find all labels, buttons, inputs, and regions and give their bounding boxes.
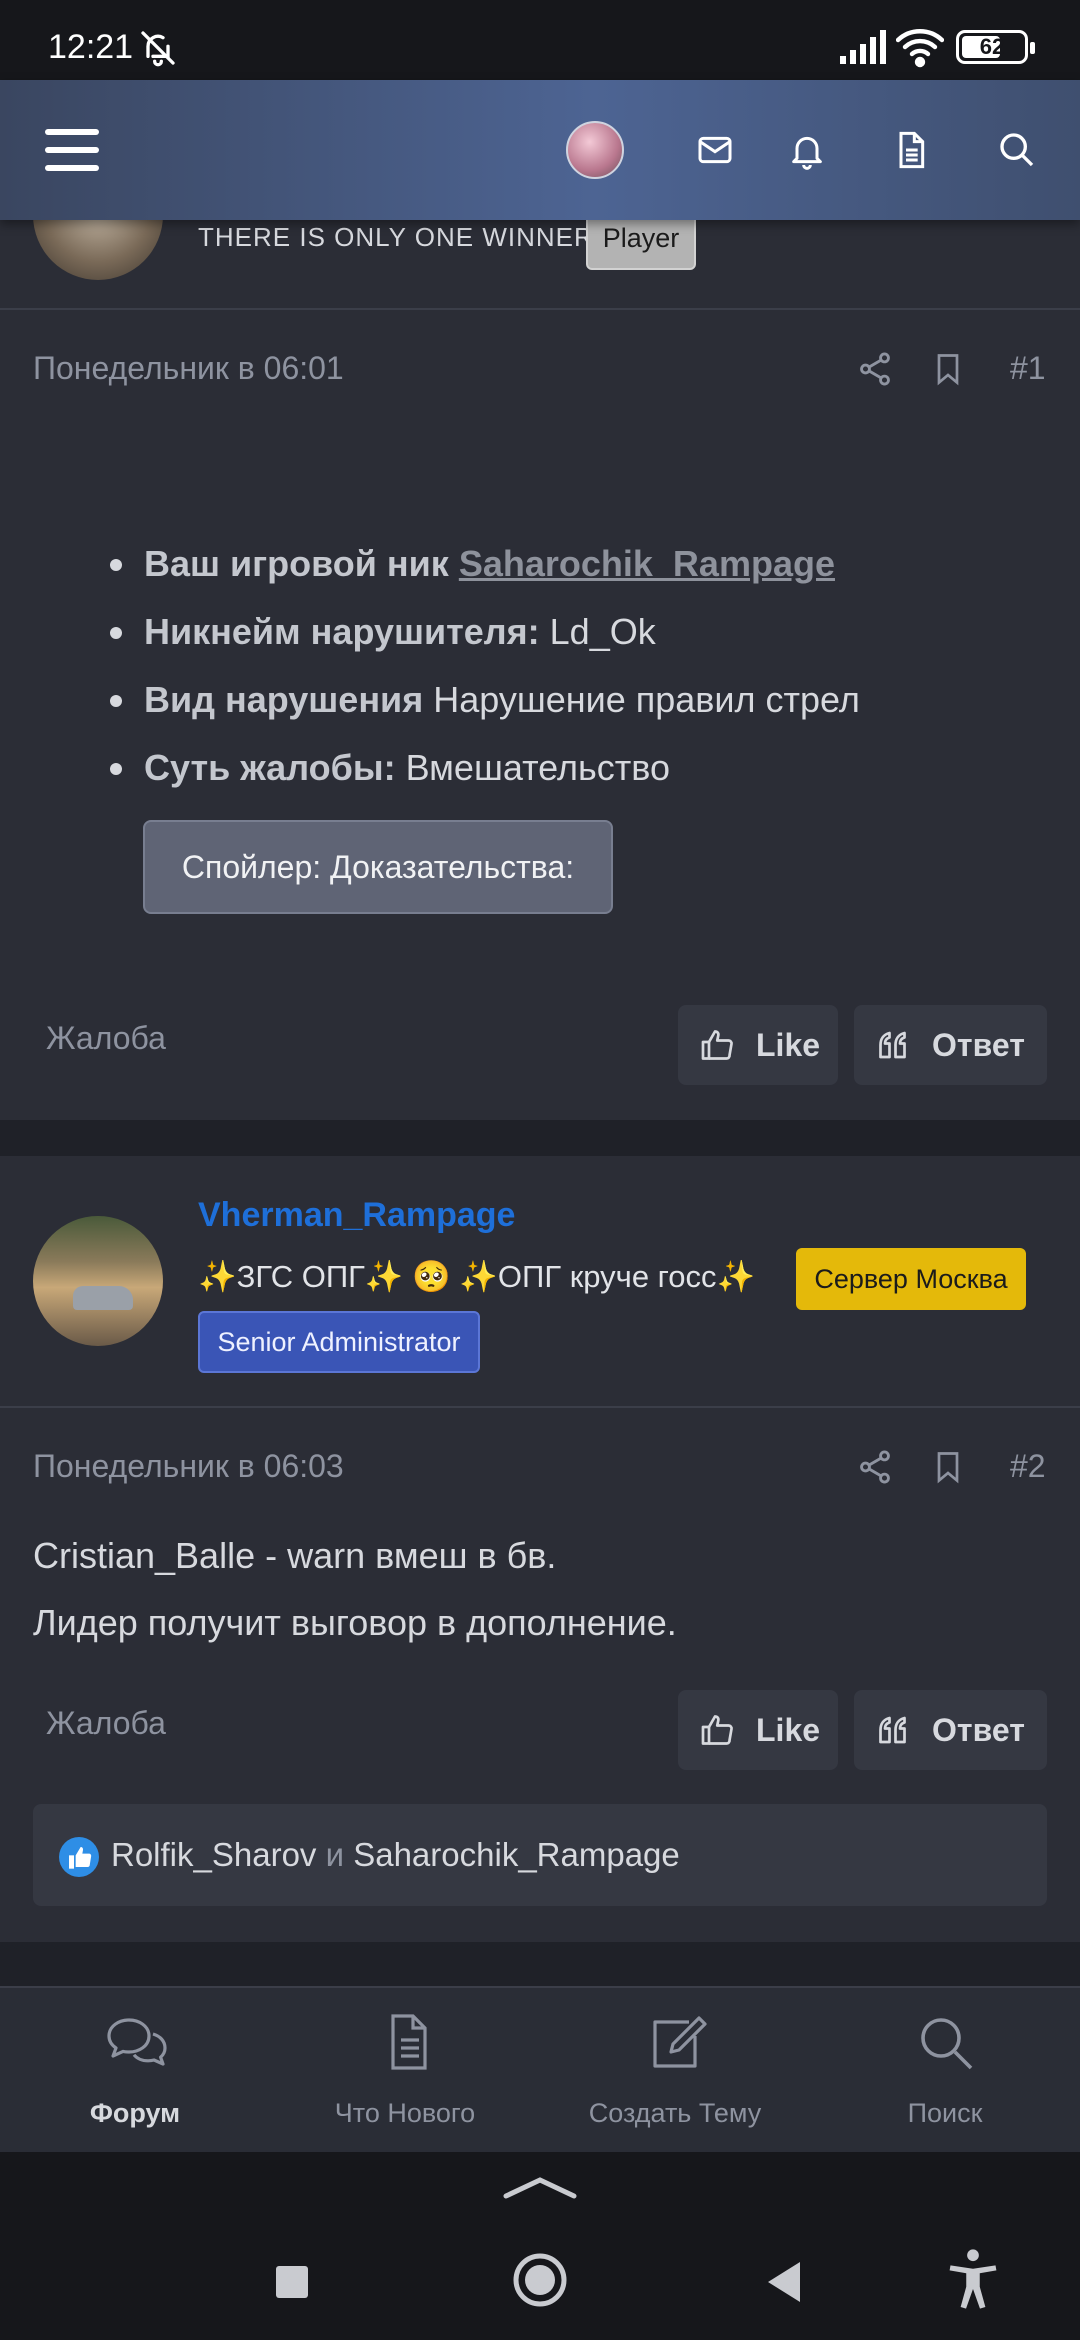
avatar[interactable] <box>33 1216 163 1346</box>
post-date[interactable]: Понедельник в 06:01 <box>33 350 344 387</box>
role-badge: Senior Administrator <box>198 1311 480 1373</box>
nav-item-forum[interactable]: Форум <box>0 1988 270 2154</box>
nav-label: Форум <box>89 2098 181 2128</box>
battery-level: 62 <box>979 34 1005 59</box>
post-number[interactable]: #1 <box>1010 350 1046 387</box>
alerts-button[interactable] <box>772 80 842 220</box>
post-number[interactable]: #2 <box>1010 1448 1046 1485</box>
report-link[interactable]: Жалоба <box>46 1705 166 1742</box>
search-button[interactable] <box>982 80 1052 220</box>
complaint-fields: Ваш игровой ник Saharochik_Rampage Никне… <box>110 530 860 802</box>
home-button-icon[interactable] <box>512 2252 568 2308</box>
nav-item-whats-new[interactable]: Что Нового <box>270 1988 540 2154</box>
avatar <box>566 121 624 179</box>
username-link[interactable]: Vherman_Rampage <box>198 1196 515 1235</box>
list-item: Суть жалобы: Вмешательство <box>110 734 860 802</box>
reactions-bar[interactable]: Rolfik_Sharov и Saharochik_Rampage <box>33 1804 1047 1906</box>
nav-item-create-thread[interactable]: Создать Тему <box>540 1988 810 2154</box>
thumbs-up-icon <box>701 1715 733 1745</box>
user-title: THERE IS ONLY ONE WINNER <box>198 222 594 252</box>
reply-label: Ответ <box>932 1026 1025 1063</box>
share-icon[interactable] <box>856 350 894 388</box>
share-icon[interactable] <box>856 1448 894 1486</box>
wifi-icon <box>896 29 944 68</box>
edit-icon <box>653 2016 707 2068</box>
quote-icon <box>879 1716 906 1744</box>
menu-icon <box>45 129 99 171</box>
nav-item-search[interactable]: Поиск <box>810 1988 1080 2154</box>
bell-off-icon <box>141 31 175 67</box>
bookmark-icon[interactable] <box>930 1448 966 1486</box>
search-icon <box>1000 133 1034 167</box>
status-bar: 12:21 62 <box>0 0 1080 80</box>
nav-label: Поиск <box>907 2098 983 2128</box>
like-label: Like <box>756 1711 821 1748</box>
post-date[interactable]: Понедельник в 06:03 <box>33 1448 344 1485</box>
nav-label: Создать Тему <box>588 2098 762 2128</box>
status-time: 12:21 <box>48 28 134 66</box>
reactions-users: Rolfik_Sharov и Saharochik_Rampage <box>111 1836 680 1873</box>
list-item: Ваш игровой ник Saharochik_Rampage <box>110 530 860 598</box>
user-title: ✨ЗГС ОПГ✨ 🥺 ✨ОПГ круче госс✨ <box>198 1259 756 1294</box>
like-button[interactable]: Like <box>678 1005 838 1085</box>
reaction-user-link[interactable]: Rolfik_Sharov <box>111 1836 316 1873</box>
reply-button[interactable]: Ответ <box>854 1005 1047 1085</box>
whats-new-button[interactable] <box>876 80 946 220</box>
list-item: Никнейм нарушителя: Ld_Ok <box>110 598 860 666</box>
reply-label: Ответ <box>932 1711 1025 1748</box>
post-line: Лидер получит выговор в дополнение. <box>33 1602 677 1643</box>
like-label: Like <box>756 1026 821 1063</box>
thumbs-up-icon <box>701 1030 733 1060</box>
server-badge: Сервер Москва <box>796 1248 1026 1310</box>
divider <box>0 1406 1080 1408</box>
like-reaction-icon <box>59 1837 99 1877</box>
document-icon <box>899 131 925 169</box>
bottom-nav: Форум Что Нового Создать Тему Поиск <box>0 1986 1080 2152</box>
divider <box>0 308 1080 310</box>
nav-label: Что Нового <box>334 2098 476 2128</box>
recents-button-icon[interactable] <box>274 2264 310 2300</box>
search-icon <box>921 2018 973 2070</box>
system-nav-bar <box>0 2152 1080 2340</box>
reaction-user-link[interactable]: Saharochik_Rampage <box>353 1836 680 1873</box>
back-button-icon[interactable] <box>764 2260 804 2304</box>
top-bar <box>0 80 1080 220</box>
post-line: Cristian_Balle - warn вмеш в бв. <box>33 1535 557 1576</box>
account-button[interactable] <box>560 80 630 220</box>
bookmark-icon[interactable] <box>930 350 966 388</box>
accessibility-icon[interactable] <box>946 2248 1000 2312</box>
player-link[interactable]: Saharochik_Rampage <box>459 543 835 584</box>
quote-icon <box>879 1031 906 1059</box>
like-button[interactable]: Like <box>678 1690 838 1770</box>
chat-bubbles-icon <box>107 2018 167 2066</box>
bell-icon <box>792 136 822 170</box>
reply-button[interactable]: Ответ <box>854 1690 1047 1770</box>
spoiler-button[interactable]: Спойлер: Доказательства: <box>143 820 613 914</box>
chevron-up-icon[interactable] <box>500 2172 580 2202</box>
cellular-signal-icon <box>840 30 886 64</box>
battery-icon: 62 <box>956 30 1035 64</box>
document-icon <box>391 2014 427 2070</box>
report-link[interactable]: Жалоба <box>46 1020 166 1057</box>
mail-icon <box>698 136 732 164</box>
menu-button[interactable] <box>30 80 114 220</box>
list-item: Вид нарушения Нарушение правил стрел <box>110 666 860 734</box>
inbox-button[interactable] <box>680 80 750 220</box>
